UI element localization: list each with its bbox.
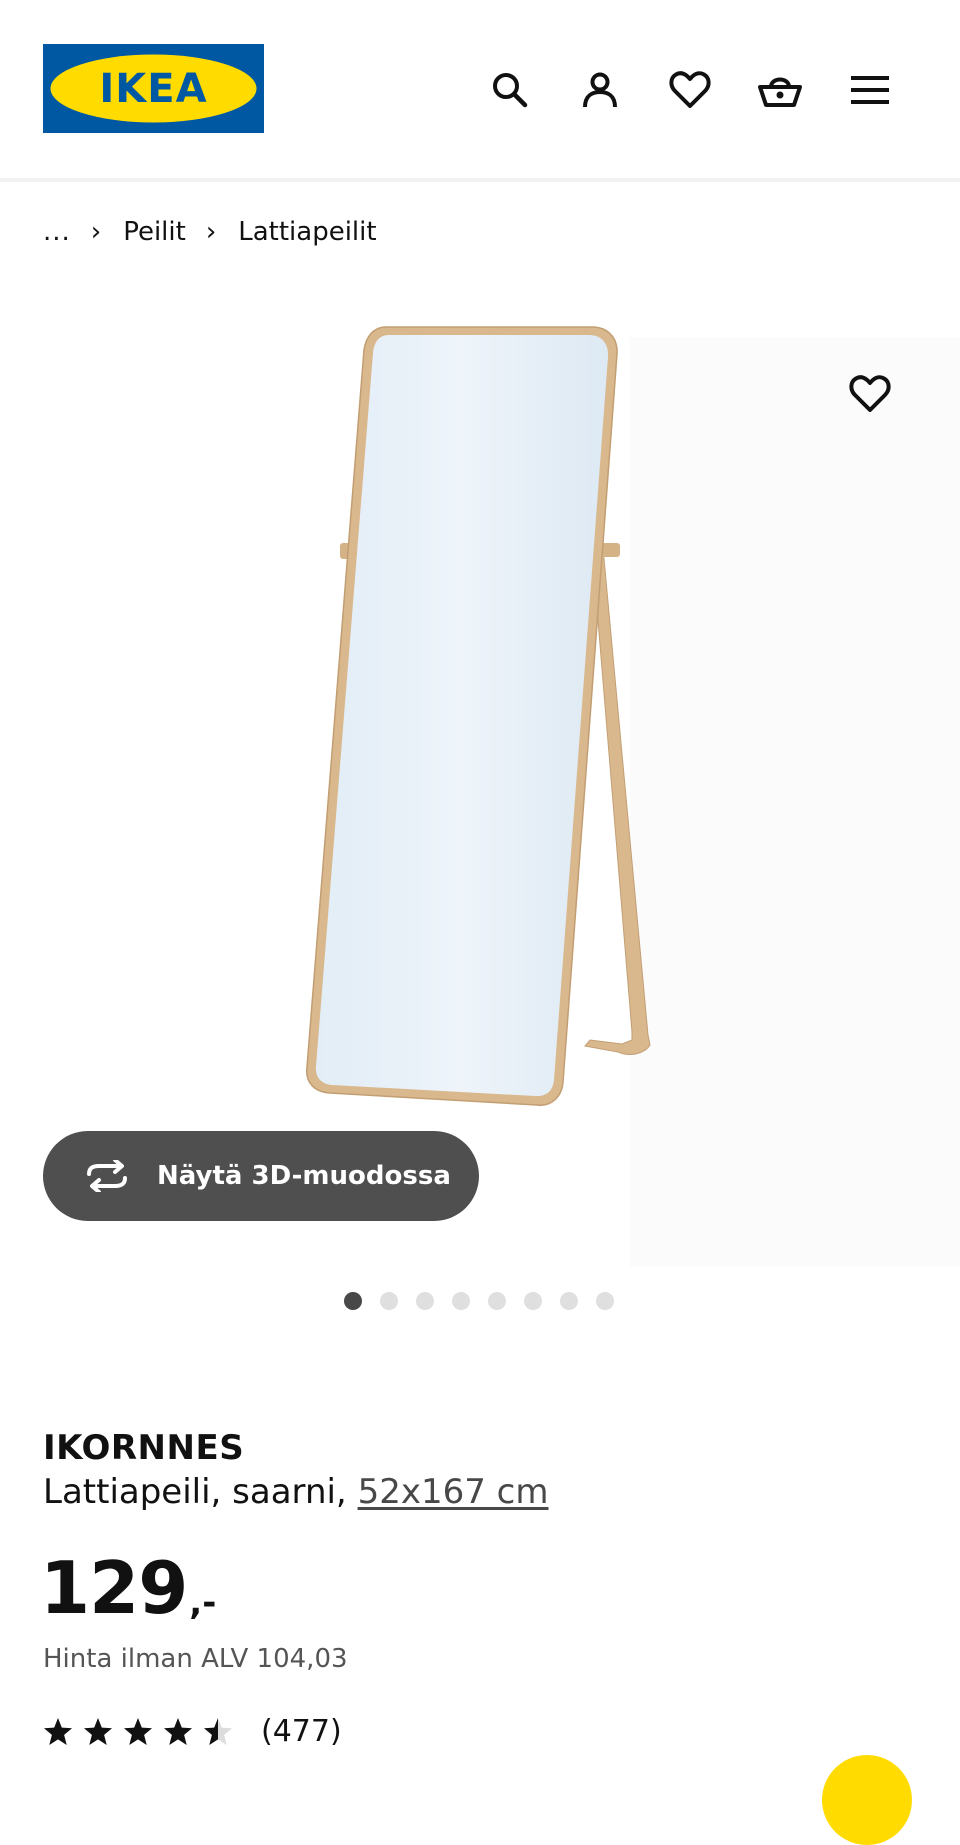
- view-3d-button[interactable]: Näytä 3D-muodossa: [43, 1131, 479, 1221]
- rotate-3d-icon: [83, 1159, 133, 1193]
- image-carousel-dots: [344, 1292, 614, 1310]
- carousel-dot[interactable]: [560, 1292, 578, 1310]
- product-dimensions-link[interactable]: 52x167 cm: [358, 1472, 549, 1512]
- chevron-right-icon: ›: [90, 217, 102, 247]
- star-icon: [164, 1717, 192, 1745]
- breadcrumb-item-lattiapeilit[interactable]: Lattiapeilit: [238, 217, 376, 247]
- heart-icon[interactable]: [662, 62, 718, 118]
- view-3d-label: Näytä 3D-muodossa: [157, 1161, 451, 1191]
- carousel-dot[interactable]: [452, 1292, 470, 1310]
- logo-text: IKEA: [99, 66, 207, 112]
- price-integer: 129: [40, 1546, 188, 1630]
- basket-icon[interactable]: [752, 62, 808, 118]
- star-icon: [44, 1717, 72, 1745]
- carousel-dot[interactable]: [488, 1292, 506, 1310]
- price-suffix: ,-: [189, 1583, 217, 1623]
- star-icon: [204, 1717, 232, 1745]
- search-icon[interactable]: [482, 62, 538, 118]
- price-without-vat: Hinta ilman ALV 104,03: [43, 1644, 348, 1674]
- add-to-favorites-button[interactable]: [842, 366, 898, 422]
- product-type: Lattiapeili, saarni,: [43, 1472, 358, 1512]
- ikea-logo[interactable]: IKEA: [43, 44, 264, 133]
- star-icon: [84, 1717, 112, 1745]
- product-rating[interactable]: (477): [43, 1714, 342, 1749]
- breadcrumb-item-peilit[interactable]: Peilit: [123, 217, 186, 247]
- breadcrumb: ... › Peilit › Lattiapeilit: [43, 212, 377, 252]
- breadcrumb-ellipsis[interactable]: ...: [43, 217, 71, 247]
- product-description: Lattiapeili, saarni, 52x167 cm: [43, 1472, 548, 1512]
- star-icon: [124, 1717, 152, 1745]
- review-count: (477): [261, 1714, 342, 1749]
- user-icon[interactable]: [572, 62, 628, 118]
- carousel-dot[interactable]: [344, 1292, 362, 1310]
- carousel-dot[interactable]: [596, 1292, 614, 1310]
- product-price: 129 ,-: [40, 1548, 216, 1628]
- carousel-dot[interactable]: [416, 1292, 434, 1310]
- site-header: IKEA: [0, 0, 960, 182]
- menu-icon[interactable]: [842, 62, 898, 118]
- mirror-illustration: [306, 326, 651, 1106]
- chevron-right-icon: ›: [205, 217, 217, 247]
- product-name: IKORNNES: [43, 1428, 245, 1468]
- heart-icon: [849, 375, 891, 412]
- carousel-dot[interactable]: [380, 1292, 398, 1310]
- carousel-dot[interactable]: [524, 1292, 542, 1310]
- product-image[interactable]: [0, 300, 960, 1270]
- chat-button[interactable]: [822, 1755, 912, 1845]
